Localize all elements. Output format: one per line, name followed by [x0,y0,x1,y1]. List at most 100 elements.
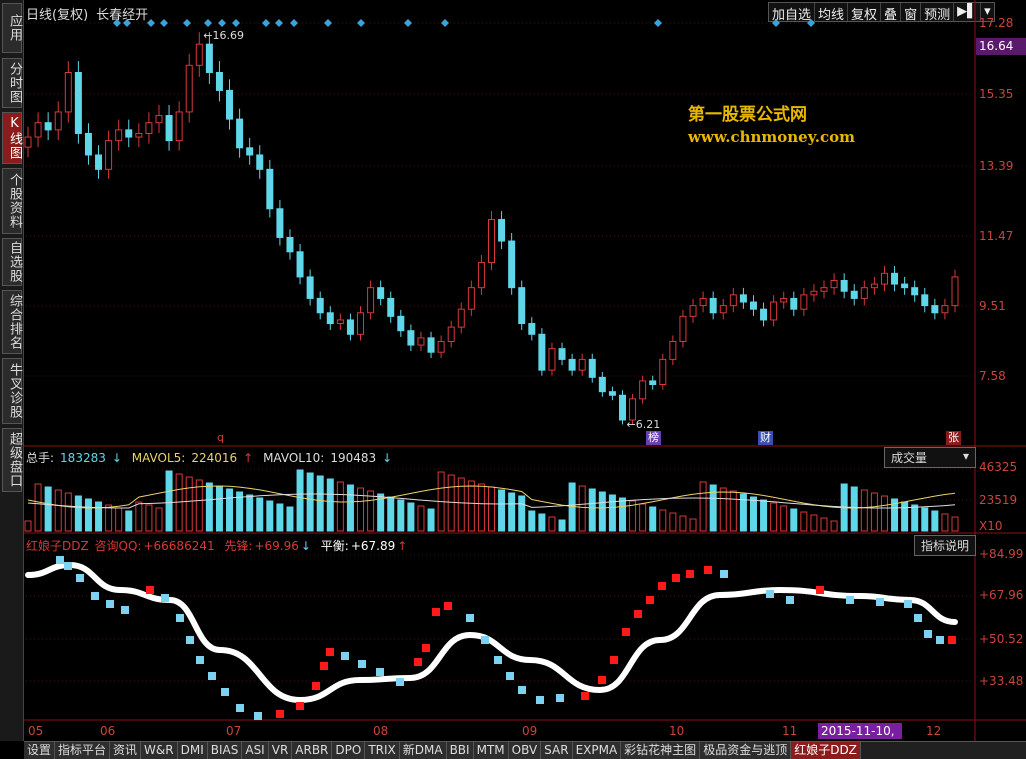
bottom-tab-3[interactable]: W&R [141,742,178,759]
bottom-tab-2[interactable]: 资讯 [110,742,142,759]
candle-body-19 [215,71,223,91]
indicator-step-48 [816,586,824,594]
bottom-tab-9[interactable]: DPO [332,742,366,759]
volume-bar-65 [679,515,687,532]
bottom-tab-5[interactable]: BIAS [207,742,243,759]
indicator-step-33 [536,696,544,704]
candle-body-27 [296,251,304,278]
volume-bar-40 [427,508,435,532]
candle-body-61 [639,380,647,400]
bottom-tab-18[interactable]: 极品资金与逃顶 [700,742,792,759]
candle-body-39 [417,337,425,346]
candle-body-90 [931,305,939,314]
volume-bar-28 [306,472,314,532]
indicator-axis-tick-0: +84.99 [979,547,1024,561]
candle-body-25 [276,208,284,238]
price-axis-tick-4: 9.51 [979,299,1006,313]
volume-bar-82 [850,486,858,532]
price-axis-tick-2: 13.39 [979,159,1014,173]
bottom-tab-6[interactable]: ASI [242,742,269,759]
indicator-step-6 [146,586,154,594]
signal-diamond-6 [218,19,226,27]
candle-body-49 [518,287,526,325]
candle-body-15 [175,111,183,142]
date-tick-7: 12 [926,724,942,738]
signal-diamond-10 [290,19,298,27]
indicator-step-13 [236,704,244,712]
bottom-tab-14[interactable]: OBV [508,742,542,759]
indicator-step-1 [64,562,72,570]
candle-body-58 [608,391,616,396]
volume-bar-4 [64,492,72,532]
indicator-step-12 [221,688,229,696]
volume-bar-79 [820,517,828,532]
bottom-tab-8[interactable]: ARBR [292,742,333,759]
candle-body-66 [689,305,697,317]
candle-body-16 [185,64,193,113]
signal-diamond-0 [113,19,121,27]
volume-bar-49 [518,495,526,532]
candle-body-89 [921,294,929,307]
candle-body-12 [145,122,153,134]
bottom-tab-1[interactable]: 指标平台 [55,742,111,759]
bottom-tab-17[interactable]: 彩钻花神主图 [621,742,701,759]
bottom-tab-0[interactable]: 设置 [24,742,56,759]
candle-body-44 [467,287,475,310]
bottom-tab-16[interactable]: EXPMA [572,742,622,759]
candle-body-63 [659,358,667,385]
volume-bar-52 [548,516,556,532]
candle-body-38 [407,330,415,346]
candle-body-92 [951,276,959,307]
indicator-step-23 [396,678,404,686]
bottom-tab-11[interactable]: 新DMA [399,742,447,759]
indicator-contact-label: 咨询QQ: [94,539,142,553]
volume-bar-18 [205,482,213,532]
volume-bar-66 [689,518,697,532]
date-badge: 2015-11-10,二 [818,723,902,754]
indicator-step-20 [341,652,349,660]
bottom-tab-7[interactable]: VR [268,742,293,759]
signal-diamond-16 [772,19,780,27]
candle-body-78 [810,290,818,296]
bottom-tab-13[interactable]: MTM [473,742,509,759]
volume-bar-53 [558,519,566,532]
candle-body-74 [770,301,778,321]
volume-indicator-dropdown[interactable]: 成交量 ▾ [884,447,976,468]
candle-body-32 [346,319,354,335]
indicator-axis-tick-1: +67.96 [979,588,1024,602]
indicator-tab-bar: 设置 指标平台 资讯 W&R DMI BIAS ASI VR ARBR DPO TRIX 新DMA BB… [24,741,1026,759]
candle-body-65 [679,315,687,342]
volume-bar-12 [145,504,153,532]
candle-body-84 [870,283,878,289]
volume-bar-73 [760,499,768,532]
volume-bar-3 [54,489,62,532]
bottom-tab-15[interactable]: SAR [541,742,573,759]
volume-bar-80 [830,520,838,532]
candle-body-69 [719,305,727,314]
bottom-tab-19[interactable]: 红娘子DDZ [791,742,861,759]
volume-bar-91 [941,513,949,532]
indicator-step-47 [786,596,794,604]
candle-body-53 [558,348,566,360]
bottom-tab-4[interactable]: DMI [177,742,208,759]
indicator-step-55 [948,636,956,644]
volume-axis-tick-0: 46325 [979,460,1018,474]
volume-bar-25 [276,503,284,532]
candle-body-7 [95,154,103,170]
candle-body-4 [64,71,72,113]
candle-body-22 [246,147,254,156]
indicator-step-51 [904,600,912,608]
volume-header: 总手: 183283 ↓ MAVOL5: 224016 ↑ MAVOL10: 190483… [26,451,393,465]
volume-bar-90 [931,510,939,532]
signal-diamond-5 [204,19,212,27]
volume-bar-76 [790,508,798,532]
indicator-step-32 [518,686,526,694]
candle-body-50 [528,323,536,335]
bottom-tab-12[interactable]: BBI [446,742,474,759]
bottom-tab-10[interactable]: TRIX [365,742,400,759]
volume-bar-37 [397,499,405,532]
volume-bar-92 [951,516,959,532]
candle-body-28 [306,276,314,299]
indicator-help-button[interactable]: 指标说明 [914,535,976,556]
volume-bar-88 [911,504,919,532]
